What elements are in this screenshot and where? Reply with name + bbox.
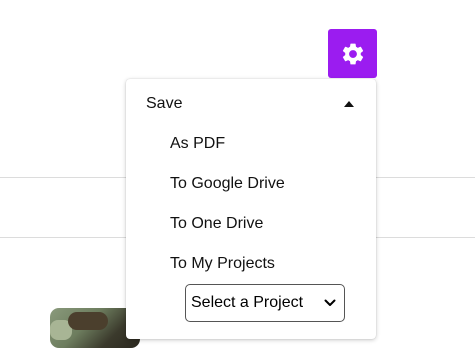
- save-to-my-projects-item[interactable]: To My Projects: [170, 255, 275, 273]
- save-to-one-drive-item[interactable]: To One Drive: [170, 215, 263, 233]
- project-select[interactable]: Select a Project: [185, 284, 345, 322]
- save-menu-toggle[interactable]: Save: [146, 93, 356, 115]
- chevron-down-icon: [324, 299, 336, 306]
- save-as-pdf-item[interactable]: As PDF: [170, 135, 225, 153]
- caret-up-icon: [344, 101, 354, 107]
- project-select-value: Select a Project: [191, 294, 304, 311]
- gear-icon: [342, 43, 363, 64]
- save-to-google-drive-item[interactable]: To Google Drive: [170, 175, 285, 193]
- save-dropdown-menu: Save As PDF To Google Drive To One Drive…: [126, 79, 376, 339]
- settings-button[interactable]: [328, 29, 377, 78]
- save-menu-label: Save: [146, 95, 183, 112]
